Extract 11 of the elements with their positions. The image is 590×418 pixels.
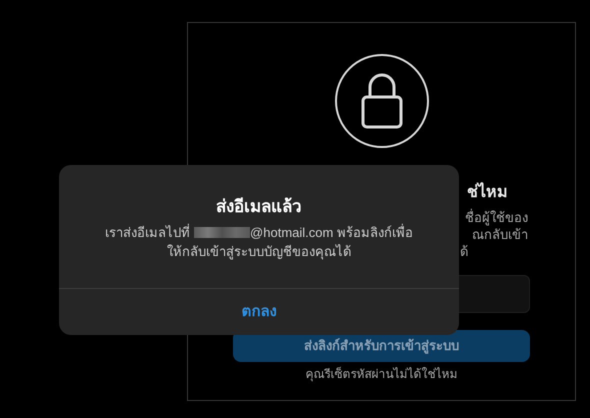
card-description-line: ด้ xyxy=(460,243,468,260)
message-text: เราส่งอีเมลไปที่ xyxy=(105,223,190,242)
card-title: ช่ไหม xyxy=(467,183,508,203)
message-text: ให้กลับเข้าสู่ระบบบัญชีของคุณได้ xyxy=(166,243,351,261)
lock-icon xyxy=(334,53,430,149)
message-text: @hotmail.com พร้อมลิงก์เพื่อ xyxy=(250,223,413,242)
redacted-block xyxy=(194,227,250,238)
dialog-title: ส่งอีเมลแล้ว xyxy=(216,196,302,218)
card-description-line: ณกลับเข้า xyxy=(472,226,528,243)
card-description-line: ชื่อผู้ใช้ของ xyxy=(465,209,528,226)
reset-password-link[interactable]: คุณรีเซ็ตรหัสผ่านไม่ได้ใช่ไหม xyxy=(306,365,458,383)
